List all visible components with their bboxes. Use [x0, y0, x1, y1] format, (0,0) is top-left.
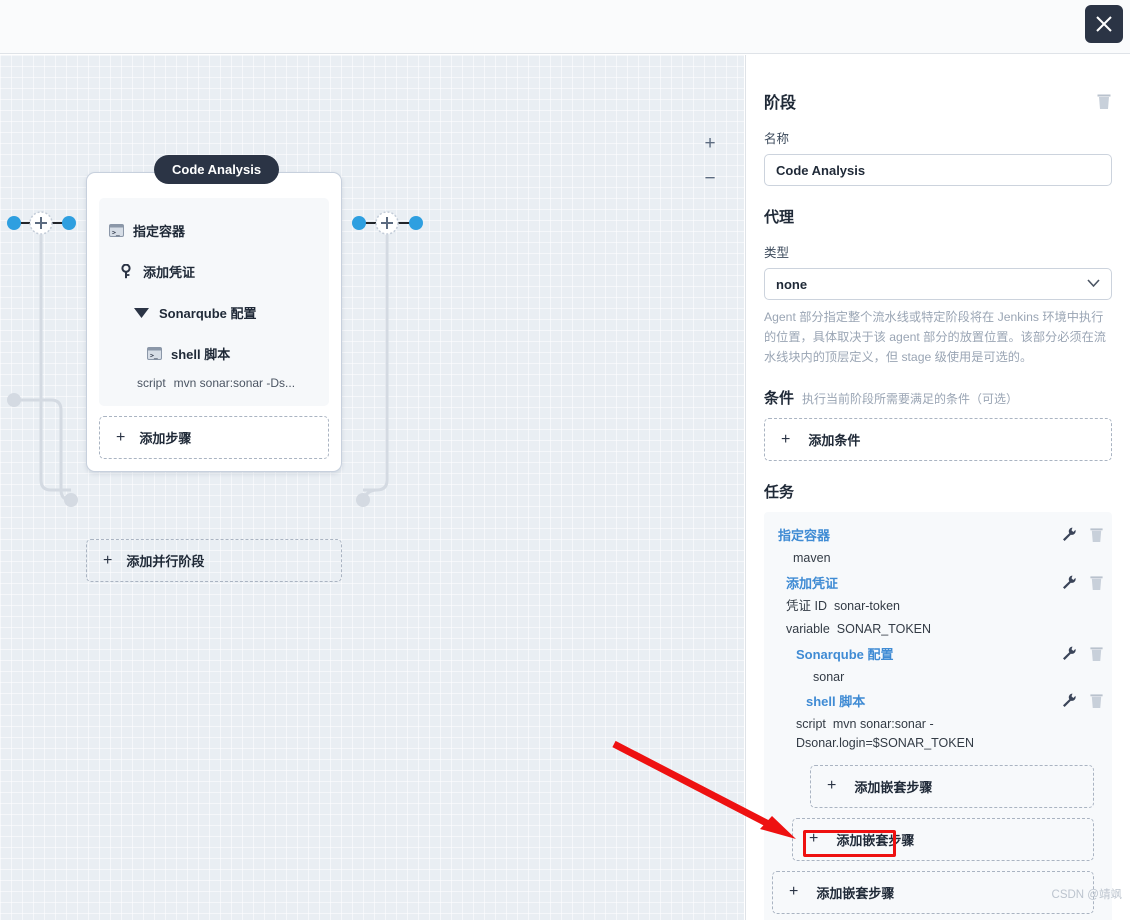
- stage-step-shell[interactable]: >_ shell 脚本: [99, 333, 329, 374]
- stage-card[interactable]: Code Analysis >_ 指定容器 添加凭证 Sonarqube 配置 …: [86, 155, 342, 472]
- wrench-icon[interactable]: [1062, 693, 1076, 708]
- delete-stage-icon[interactable]: [1096, 92, 1112, 110]
- stage-step-container[interactable]: >_ 指定容器: [99, 210, 329, 251]
- agent-helper-text: Agent 部分指定整个流水线或特定阶段将在 Jenkins 环境中执行的位置，…: [764, 310, 1106, 364]
- terminal-icon: >_: [109, 224, 124, 237]
- plus-icon: +: [781, 430, 791, 448]
- add-nested-step-label: 添加嵌套步骤: [816, 885, 895, 901]
- add-nested-step-button-level3[interactable]: + 添加嵌套步骤: [810, 764, 1094, 808]
- add-parallel-stage-button[interactable]: + 添加并行阶段: [86, 539, 342, 582]
- task-kv-value: SONAR_TOKEN: [836, 621, 932, 636]
- agent-type-label: 类型: [764, 246, 790, 260]
- stage-step-label: 添加凭证: [143, 265, 196, 280]
- trash-icon[interactable]: [1089, 692, 1104, 709]
- task-name: Sonarqube 配置: [796, 646, 894, 662]
- task-actions: [1062, 692, 1104, 709]
- trash-icon[interactable]: [1089, 526, 1104, 543]
- task-kv: sonar: [764, 666, 1104, 689]
- task-kv-key: variable: [786, 621, 830, 636]
- stage-settings-panel: 阶段 名称 代理 类型 Agent 部分指定整个流水线或特定阶段将在 Jenki…: [745, 55, 1130, 920]
- watermark: CSDN @靖飒: [1051, 889, 1122, 901]
- key-icon: [121, 264, 131, 279]
- stage-step-credentials[interactable]: 添加凭证: [99, 251, 329, 292]
- stage-step-sonarqube[interactable]: Sonarqube 配置: [99, 292, 329, 333]
- stage-step-script-key: script: [137, 376, 166, 390]
- connector-node-left-start[interactable]: [7, 216, 21, 230]
- title-bar: [0, 0, 1130, 54]
- wrench-icon[interactable]: [1062, 646, 1076, 661]
- card-add-step-label: 添加步骤: [139, 431, 192, 446]
- sonarqube-icon: [134, 307, 149, 318]
- task-kv-value: sonar-token: [833, 599, 900, 614]
- connector-node-left-end[interactable]: [62, 216, 76, 230]
- task-kv-value: sonar: [813, 669, 845, 684]
- panel-heading-row: 阶段: [764, 89, 1112, 113]
- name-field-label: 名称: [764, 132, 790, 146]
- task-actions: [1062, 645, 1104, 662]
- add-nested-step-button-level1[interactable]: + 添加嵌套步骤: [772, 870, 1094, 914]
- stage-step-list: >_ 指定容器 添加凭证 Sonarqube 配置 >_ shell 脚本 sc…: [99, 198, 329, 406]
- plus-icon: +: [789, 883, 799, 901]
- stage-step-label: 指定容器: [133, 224, 186, 239]
- task-actions: [1062, 574, 1104, 591]
- task-kv-key: 凭证 ID: [786, 599, 827, 614]
- card-add-step-button[interactable]: + 添加步骤: [99, 416, 329, 459]
- plus-icon: +: [827, 777, 837, 795]
- task-actions: [1062, 526, 1104, 543]
- task-kv: 凭证 ID sonar-token: [764, 595, 1104, 618]
- plus-icon: +: [103, 551, 113, 569]
- condition-section-heading: 条件: [764, 390, 795, 408]
- task-kv: variable SONAR_TOKEN: [764, 618, 1104, 641]
- svg-text:>_: >_: [112, 229, 120, 237]
- trash-icon[interactable]: [1089, 574, 1104, 591]
- task-name: 添加凭证: [786, 576, 839, 592]
- task-node-container[interactable]: 指定容器: [764, 522, 1104, 547]
- stage-step-label: Sonarqube 配置: [159, 306, 257, 321]
- connector-node-right-end[interactable]: [409, 216, 423, 230]
- pipeline-editor-window: + − Code Analysis >_ 指定容器 添加凭证 Sonarqube…: [0, 0, 1130, 920]
- wrench-icon[interactable]: [1062, 575, 1076, 590]
- stage-step-script-row: script mvn sonar:sonar -Ds...: [99, 374, 329, 392]
- stage-step-script-value: mvn sonar:sonar -Ds...: [173, 376, 296, 390]
- close-button[interactable]: [1085, 5, 1123, 43]
- wrench-icon[interactable]: [1062, 527, 1076, 542]
- task-name: shell 脚本: [806, 694, 866, 710]
- add-nested-step-button-level2[interactable]: + 添加嵌套步骤: [792, 817, 1094, 861]
- add-nested-step-label: 添加嵌套步骤: [854, 779, 933, 795]
- add-nested-step-label: 添加嵌套步骤: [836, 832, 915, 848]
- condition-section-subtitle: 执行当前阶段所需要满足的条件（可选）: [802, 392, 1019, 407]
- add-parallel-stage-label: 添加并行阶段: [126, 554, 205, 569]
- task-name: 指定容器: [778, 528, 831, 544]
- parallel-wire-left: [39, 235, 71, 492]
- add-condition-label: 添加条件: [808, 433, 861, 449]
- task-node-sonarqube[interactable]: Sonarqube 配置: [764, 641, 1104, 666]
- tasks-section-heading: 任务: [764, 484, 795, 502]
- task-kv: maven: [764, 547, 1104, 570]
- stage-step-label: shell 脚本: [171, 347, 231, 362]
- stage-name-input[interactable]: [764, 154, 1112, 186]
- task-node-credentials[interactable]: 添加凭证: [764, 570, 1104, 595]
- svg-text:>_: >_: [150, 352, 158, 360]
- task-tree: 指定容器 maven 添加凭证 凭证 ID sonar-token variab…: [764, 512, 1112, 920]
- add-condition-button[interactable]: + 添加条件: [764, 418, 1112, 462]
- task-kv: script mvn sonar:sonar -Dsonar.login=$SON…: [764, 713, 1104, 755]
- terminal-icon: >_: [147, 347, 162, 360]
- stage-card-title: Code Analysis: [154, 155, 280, 184]
- condition-section-heading-row: 条件 执行当前阶段所需要满足的条件（可选）: [764, 387, 1112, 408]
- plus-icon: +: [809, 830, 819, 848]
- agent-type-select[interactable]: [764, 268, 1112, 300]
- trash-icon[interactable]: [1089, 645, 1104, 662]
- parallel-wire-left-branch: [14, 398, 63, 490]
- task-node-shell[interactable]: shell 脚本: [764, 688, 1104, 713]
- agent-type-select-wrapper[interactable]: [764, 268, 1112, 300]
- page-title: 阶段: [764, 95, 797, 112]
- pipeline-canvas[interactable]: + − Code Analysis >_ 指定容器 添加凭证 Sonarqube…: [0, 55, 744, 920]
- close-icon: [1096, 16, 1112, 32]
- connector-node-right-start[interactable]: [352, 216, 366, 230]
- plus-icon: +: [116, 428, 126, 446]
- parallel-wire-right: [363, 235, 389, 492]
- task-kv-value: maven: [793, 551, 831, 566]
- task-kv-key: script: [796, 717, 826, 732]
- agent-section-heading: 代理: [764, 209, 795, 226]
